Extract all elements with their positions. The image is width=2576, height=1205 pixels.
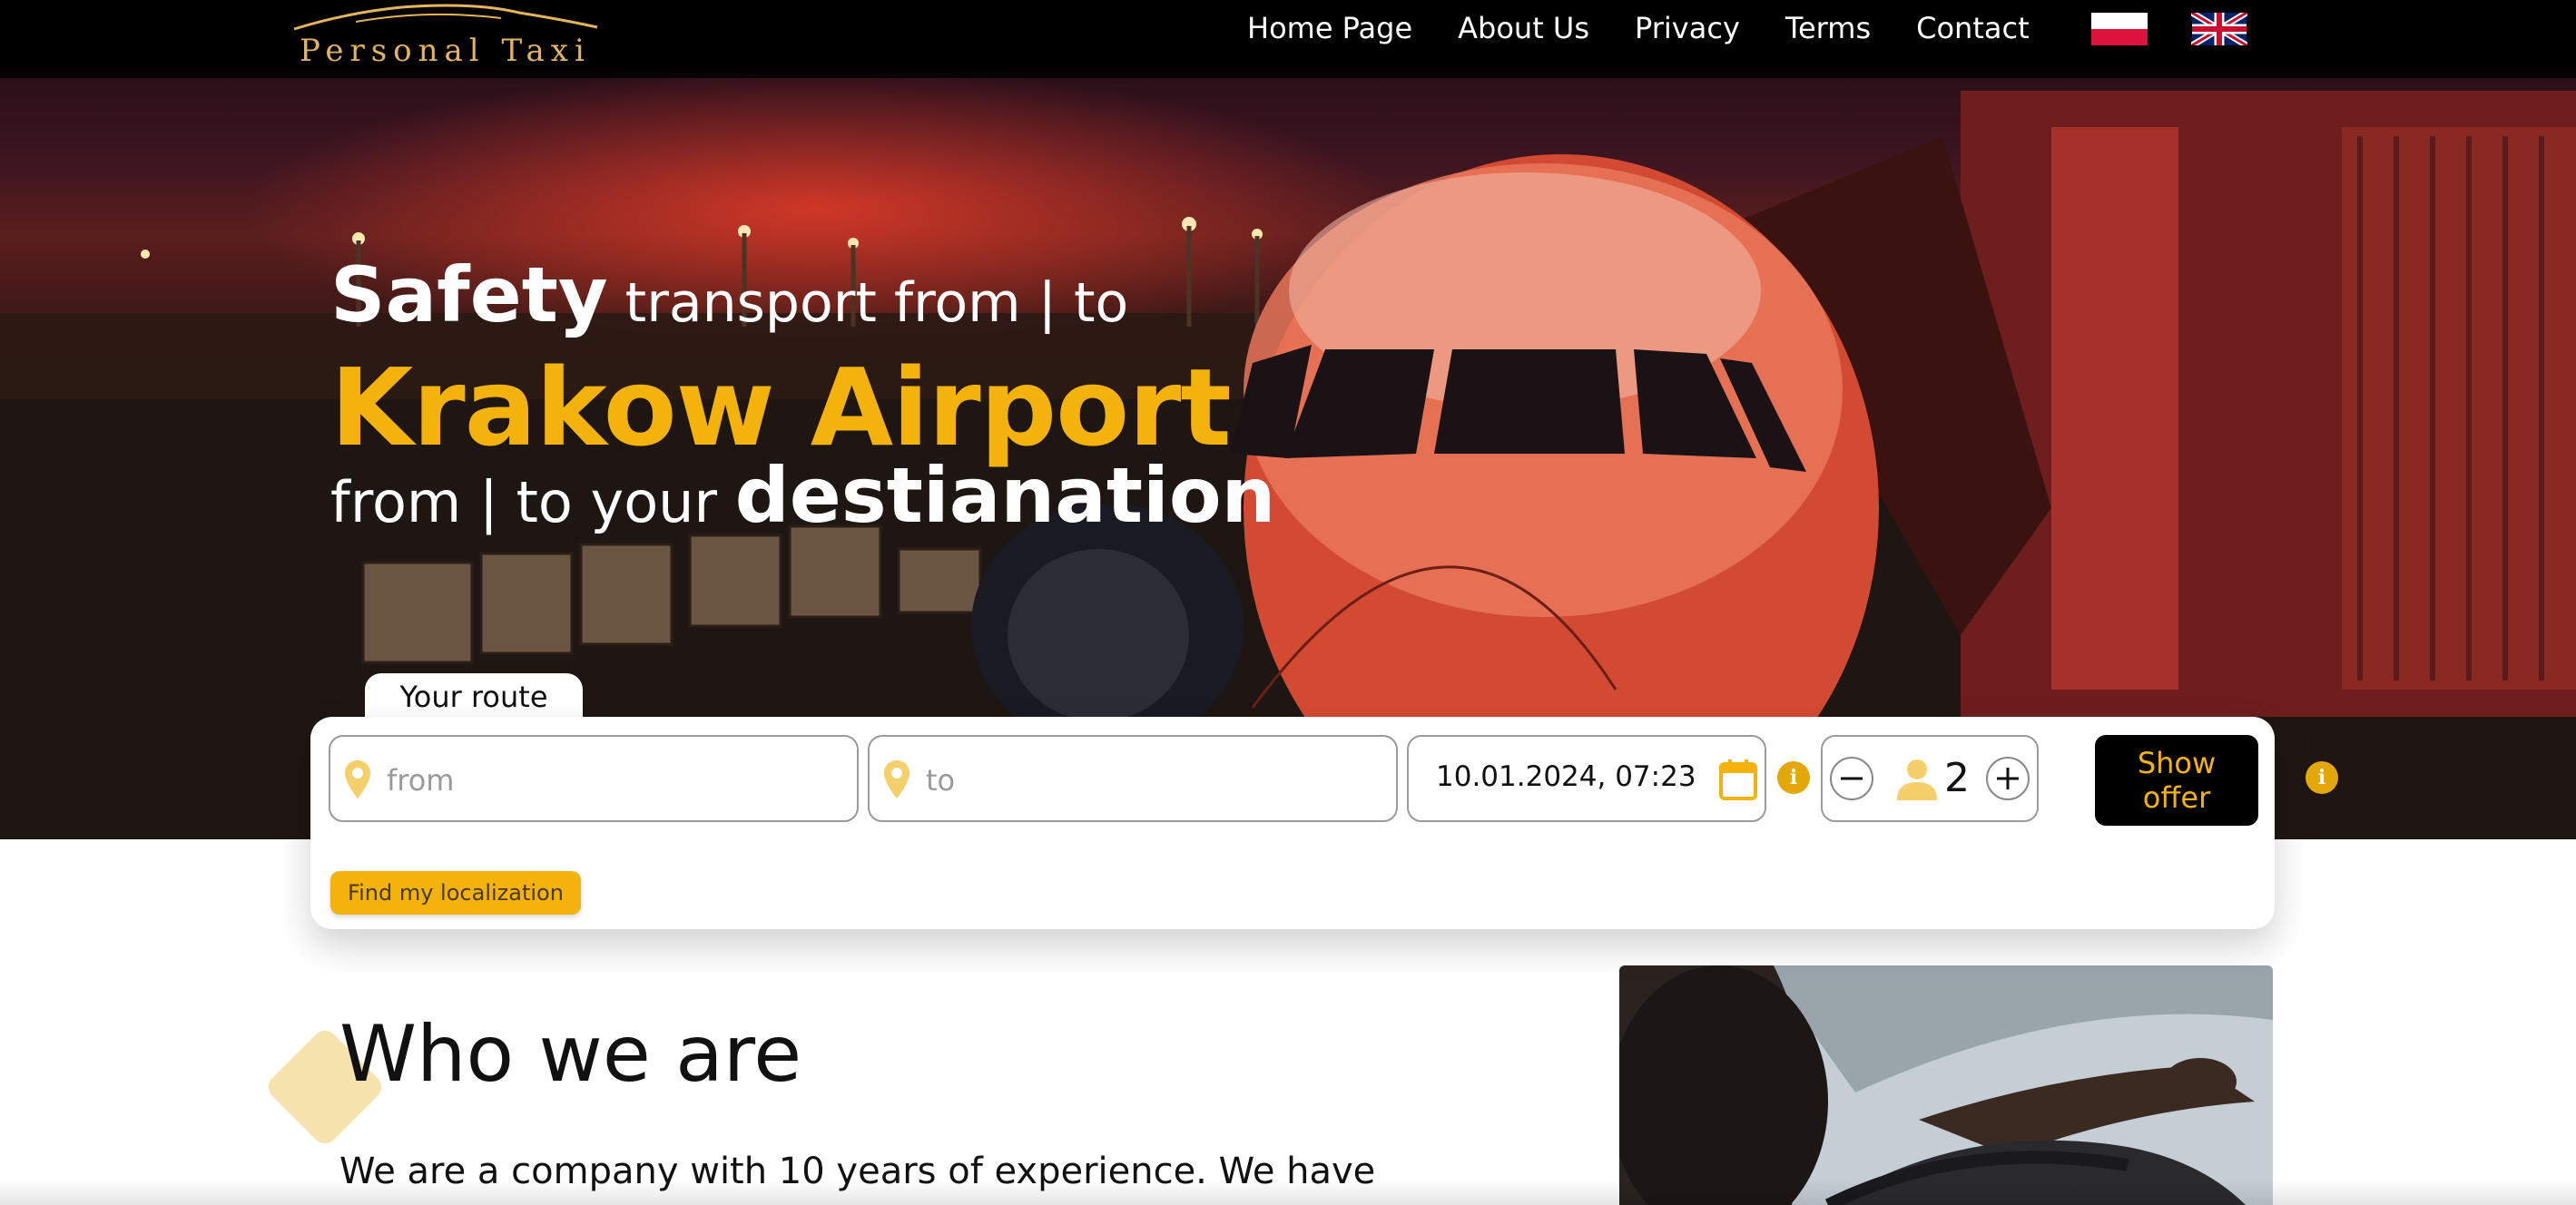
datetime-field[interactable]: 10.01.2024, 07:23 <box>1407 735 1766 822</box>
datetime-value: 10.01.2024, 07:23 <box>1436 760 1696 793</box>
to-field[interactable] <box>868 735 1398 822</box>
bottom-shadow <box>0 1180 2576 1205</box>
top-navigation-bar: Personal Taxi Home Page About Us Privacy… <box>0 0 2576 78</box>
decrease-passengers-button[interactable] <box>1830 757 1873 800</box>
logo-text: Personal Taxi <box>300 33 591 69</box>
driver-image <box>1619 965 2273 1205</box>
taxi-car-outline-icon <box>293 4 598 31</box>
nav-about[interactable]: About Us <box>1458 9 1589 47</box>
plus-icon <box>1997 768 2019 789</box>
section-title: Who we are <box>339 1009 802 1100</box>
main-nav: Home Page About Us Privacy Terms Contact <box>1247 9 2075 47</box>
calendar-icon[interactable] <box>1719 759 1757 800</box>
nav-terms[interactable]: Terms <box>1785 9 1871 47</box>
nav-contact[interactable]: Contact <box>1916 9 2030 47</box>
minus-icon <box>1841 777 1863 780</box>
route-form: 10.01.2024, 07:23 i 2 i Show offer Find … <box>310 717 2338 929</box>
driver-photo <box>1619 965 2273 1205</box>
hero-headline: Safety transport from | to Krakow Airpor… <box>330 254 1275 555</box>
location-pin-icon <box>345 760 370 798</box>
passengers-info-icon[interactable]: i <box>2306 761 2338 794</box>
headline-destination: destianation <box>734 451 1276 540</box>
passenger-stepper: 2 <box>1821 735 2039 822</box>
headline-line3-rest: from | to your <box>330 469 735 535</box>
uk-flag-icon[interactable] <box>2191 13 2247 45</box>
from-field[interactable] <box>329 735 859 822</box>
passenger-count: 2 <box>1944 755 1970 801</box>
person-icon <box>1897 759 1937 800</box>
datetime-info-icon[interactable]: i <box>1777 761 1810 794</box>
nav-privacy[interactable]: Privacy <box>1635 9 1740 47</box>
show-offer-button[interactable]: Show offer <box>2095 735 2258 826</box>
headline-line1-rest: transport from | to <box>607 271 1129 335</box>
logo[interactable]: Personal Taxi <box>292 0 601 76</box>
headline-safety: Safety <box>330 250 608 339</box>
pl-flag-icon[interactable] <box>2091 13 2148 45</box>
find-location-button[interactable]: Find my localization <box>330 871 581 915</box>
from-input[interactable] <box>385 755 824 806</box>
increase-passengers-button[interactable] <box>1986 757 2030 800</box>
nav-home[interactable]: Home Page <box>1247 9 1412 47</box>
headline-airport: Krakow Airport <box>330 345 1232 470</box>
to-input[interactable] <box>924 755 1363 806</box>
location-pin-icon <box>884 760 909 798</box>
